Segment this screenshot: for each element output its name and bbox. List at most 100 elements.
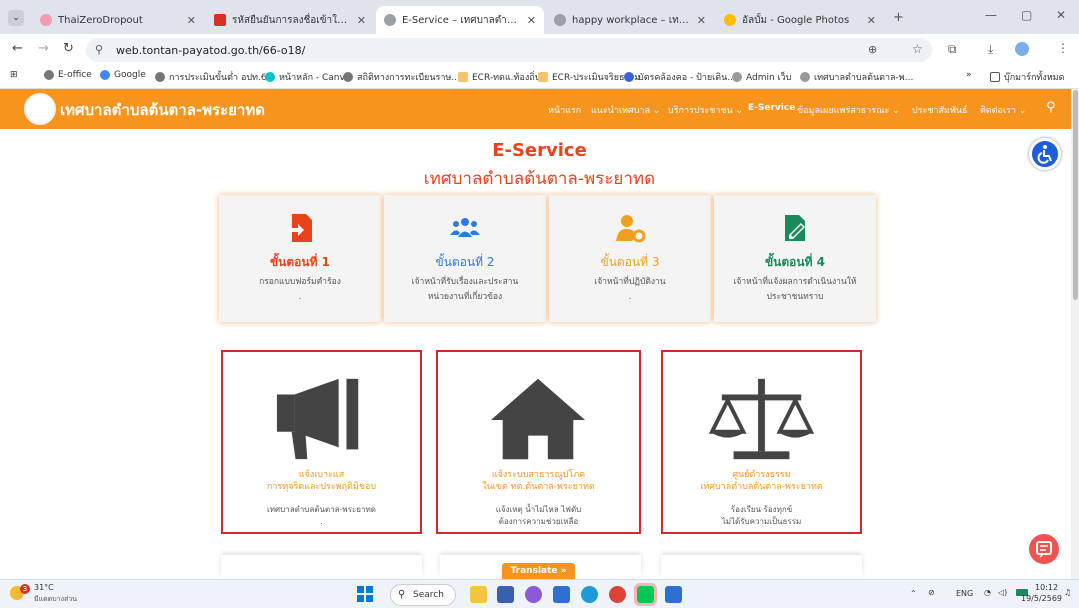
chat-button[interactable] xyxy=(1029,534,1059,564)
nav-public-info[interactable]: ข้อมูลเผยแพร่สาธารณะ ⌄ xyxy=(797,103,900,117)
card-title: แจ้งระบบสาธารณูปโภค ในเขต ทต.ต้นตาล-พระยา… xyxy=(438,469,639,493)
tray-app-icon[interactable]: ⊘ xyxy=(928,588,935,597)
translate-button[interactable]: Translate » xyxy=(502,563,575,580)
store-icon[interactable] xyxy=(553,586,570,603)
reload-icon[interactable]: ↻ xyxy=(63,41,74,56)
tray-overflow-icon[interactable]: ⌃ xyxy=(910,589,917,598)
tab-search-button[interactable]: ⌄ xyxy=(8,10,24,26)
chat-icon xyxy=(1036,541,1052,558)
nav-contact[interactable]: ติดต่อเรา ⌄ xyxy=(980,103,1026,117)
accessibility-button[interactable] xyxy=(1029,138,1061,170)
extensions-icon[interactable]: ⧉ xyxy=(948,42,957,57)
chrome-icon[interactable] xyxy=(609,586,626,603)
service-card-report-corruption[interactable]: แจ้งเบาะแส การทุจริตและประพฤติมิชอบ เทศบา… xyxy=(221,350,422,534)
nav-home[interactable]: หน้าแรก xyxy=(548,103,581,117)
bookmark-item[interactable]: E-office xyxy=(44,70,92,80)
folder-icon xyxy=(538,72,548,82)
more-bookmarks-icon[interactable]: » xyxy=(966,70,972,80)
megaphone-icon xyxy=(276,378,359,460)
bookmarks-bar: ⊞ E-office Google การประเมินขั้นต่ำ อปท.… xyxy=(0,66,1079,89)
tab-favicon xyxy=(40,14,52,26)
next-row-card xyxy=(661,555,862,577)
back-icon[interactable]: ← xyxy=(12,41,23,56)
bookmark-label: หน้าหลัก - Canva xyxy=(279,73,351,83)
all-bookmarks-folder[interactable]: บุ๊กมาร์กทั้งหมด xyxy=(990,70,1064,84)
globe-icon xyxy=(155,72,165,82)
download-icon[interactable]: ⤓ xyxy=(988,42,993,57)
weather-temp: 31°C xyxy=(34,583,54,592)
notification-bell-icon[interactable]: ♫ xyxy=(1064,588,1071,597)
bookmark-item[interactable]: เทศบาลตำบลต้นตาล-พ... xyxy=(800,70,913,84)
browser-tab-active[interactable]: E-Service – เทศบาลตำบลต้นตาล-พระยาทด ✕ xyxy=(376,6,544,34)
step-heading: ขั้นตอนที่ 3 xyxy=(600,255,660,269)
bookmark-label: บุ๊กมาร์กทั้งหมด xyxy=(1004,73,1065,83)
scrollbar-thumb[interactable] xyxy=(1073,90,1078,300)
taskbar-search[interactable]: ⚲ Search xyxy=(390,584,456,606)
site-logo[interactable] xyxy=(24,93,56,125)
apps-grid-icon[interactable]: ⊞ xyxy=(10,70,18,80)
browser-tab[interactable]: รหัสยืนยันการลงชื่อเข้าใช้ระบบ Thai ✕ xyxy=(206,6,374,34)
nav-eservice[interactable]: E-Service xyxy=(748,103,795,113)
search-icon[interactable]: ⚲ xyxy=(1046,100,1056,115)
card-desc: เทศบาลตำบลต้นตาล-พระยาทด. xyxy=(223,504,420,528)
close-tab-icon[interactable]: ✕ xyxy=(357,14,366,27)
outlook-icon[interactable] xyxy=(665,586,682,603)
nav-pr[interactable]: ประชาสัมพันธ์ xyxy=(912,103,968,117)
bookmark-label: ECR-ทดแ.ท้องถิ่น xyxy=(472,73,541,83)
form-submit-icon xyxy=(288,214,312,242)
clock-date[interactable]: 19/5/2569 xyxy=(1021,594,1062,603)
tab-title: อัลบั้ม - Google Photos xyxy=(742,14,850,26)
minimize-icon[interactable]: — xyxy=(985,8,997,22)
home-icon xyxy=(490,378,586,460)
bookmark-item[interactable]: Admin เว็บ xyxy=(732,70,791,84)
step-desc: กรอกแบบฟอร์มคำร้อง. xyxy=(227,275,373,305)
close-tab-icon[interactable]: ✕ xyxy=(187,14,196,27)
bookmark-item[interactable]: บัตรคล้องคอ - ป้ายเดิน... xyxy=(624,70,736,84)
browser-tab[interactable]: ThaiZeroDropout ✕ xyxy=(32,6,204,34)
menu-icon[interactable]: ⋮ xyxy=(1057,41,1069,55)
step-desc-line2: หน่วยงานที่เกี่ยวข้อง xyxy=(427,292,503,302)
step-heading: ขั้นตอนที่ 2 xyxy=(435,255,495,269)
copilot-icon[interactable] xyxy=(525,586,542,603)
bookmark-label: สถิติทางการทะเบียนราษ... xyxy=(357,73,460,83)
edge-icon[interactable] xyxy=(581,586,598,603)
nav-services[interactable]: บริการประชาชน ⌄ xyxy=(668,103,743,117)
profile-icon[interactable] xyxy=(1015,42,1029,56)
bookmark-item[interactable]: การประเมินขั้นต่ำ อปท.68 xyxy=(155,70,272,84)
close-tab-icon[interactable]: ✕ xyxy=(867,14,876,27)
bookmark-item[interactable]: ECR-ทดแ.ท้องถิ่น xyxy=(458,70,541,84)
site-info-icon[interactable]: ⚲ xyxy=(95,43,103,56)
volume-icon[interactable]: ◁) xyxy=(998,588,1007,597)
windows-taskbar: 3 31°C มีแดดบางส่วน ⚲ Search ⌃ ⊘ ENG ◔ ◁… xyxy=(0,579,1079,608)
windows-start-icon[interactable] xyxy=(357,586,373,602)
browser-tab[interactable]: happy workplace – เทศบาลตำบลต้น ✕ xyxy=(546,6,714,34)
card-desc-line1: ร้องเรียน ร้องทุกข์ xyxy=(730,505,793,514)
close-tab-icon[interactable]: ✕ xyxy=(527,14,536,27)
zoom-icon[interactable]: ⊕ xyxy=(868,43,877,56)
close-tab-icon[interactable]: ✕ xyxy=(697,14,706,27)
browser-tab[interactable]: อัลบั้ม - Google Photos ✕ xyxy=(716,6,884,34)
file-explorer-icon[interactable] xyxy=(470,586,487,603)
globe-icon xyxy=(44,70,54,80)
close-window-icon[interactable]: ✕ xyxy=(1056,8,1066,22)
wifi-icon[interactable]: ◔ xyxy=(984,588,991,597)
clock-time[interactable]: 10:12 xyxy=(1035,583,1058,592)
new-tab-icon[interactable]: + xyxy=(893,10,904,25)
service-card-justice-center[interactable]: ศูนย์ดำรงธรรม เทศบาลตำบลต้นตาล-พระยาทด ร้… xyxy=(661,350,862,534)
forward-icon[interactable]: → xyxy=(38,41,49,56)
bookmark-item[interactable]: สถิติทางการทะเบียนราษ... xyxy=(343,70,460,84)
service-card-utilities[interactable]: แจ้งระบบสาธารณูปโภค ในเขต ทต.ต้นตาล-พระยา… xyxy=(436,350,641,534)
bookmark-star-icon[interactable]: ☆ xyxy=(912,42,923,56)
nav-about[interactable]: แนะนำเทศบาล ⌄ xyxy=(591,103,660,117)
site-name[interactable]: เทศบาลตำบลต้นตาล-พระยาทด xyxy=(60,98,265,122)
tab-favicon xyxy=(384,14,396,26)
bookmark-item[interactable]: หน้าหลัก - Canva xyxy=(265,70,350,84)
tab-favicon xyxy=(554,14,566,26)
card-desc-line1: แจ้งเหตุ น้ำไม่ไหล ไฟดับ xyxy=(495,505,582,514)
transit-app-icon[interactable] xyxy=(497,586,514,603)
bookmark-item[interactable]: Google xyxy=(100,70,146,80)
restore-icon[interactable]: ▢ xyxy=(1021,8,1032,22)
line-app-icon[interactable] xyxy=(634,583,657,606)
address-bar[interactable]: ⚲ web.tontan-payatod.go.th/66-o18/ ⊕ ☆ xyxy=(86,38,932,62)
language-indicator[interactable]: ENG xyxy=(956,589,973,598)
